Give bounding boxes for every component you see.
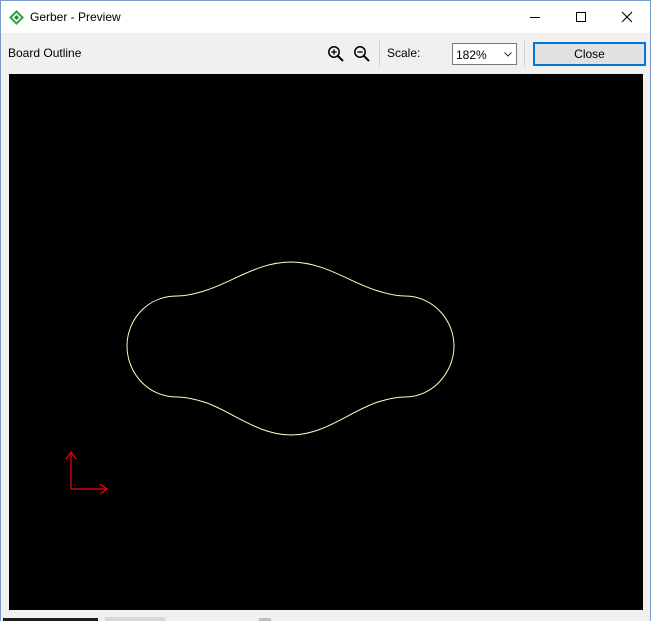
preview-window: Gerber - Preview Board Outline Scale: 18…: [0, 0, 651, 621]
toolbar: Board Outline Scale: 182% Close: [1, 34, 650, 72]
bottom-edge: [1, 613, 650, 621]
gerber-preview-canvas[interactable]: [9, 74, 643, 610]
title-bar[interactable]: Gerber - Preview: [1, 1, 650, 33]
zoom-in-icon: [328, 46, 344, 62]
origin-axes-icon: [65, 450, 109, 495]
close-icon: [621, 11, 633, 23]
maximize-button[interactable]: [558, 1, 604, 33]
chevron-down-icon: [504, 52, 512, 57]
scale-label: Scale:: [387, 46, 421, 60]
scale-value: 182%: [456, 48, 487, 62]
window-close-button[interactable]: [604, 1, 650, 33]
maximize-icon: [576, 12, 586, 22]
toolbar-separator: [524, 41, 525, 67]
scale-dropdown[interactable]: 182%: [452, 43, 517, 65]
minimize-icon: [530, 17, 540, 18]
taskbar-fragment: [105, 617, 165, 621]
minimize-button[interactable]: [512, 1, 558, 33]
close-button[interactable]: Close: [533, 42, 646, 66]
gerber-app-icon: [9, 10, 24, 25]
window-title: Gerber - Preview: [30, 10, 121, 24]
preview-drawing: [65, 261, 455, 495]
toolbar-separator: [379, 41, 380, 67]
board-outline: [126, 261, 455, 436]
layer-name-label: Board Outline: [8, 46, 82, 60]
zoom-in-button[interactable]: [325, 43, 347, 65]
zoom-out-button[interactable]: [351, 43, 373, 65]
zoom-out-icon: [354, 46, 370, 62]
